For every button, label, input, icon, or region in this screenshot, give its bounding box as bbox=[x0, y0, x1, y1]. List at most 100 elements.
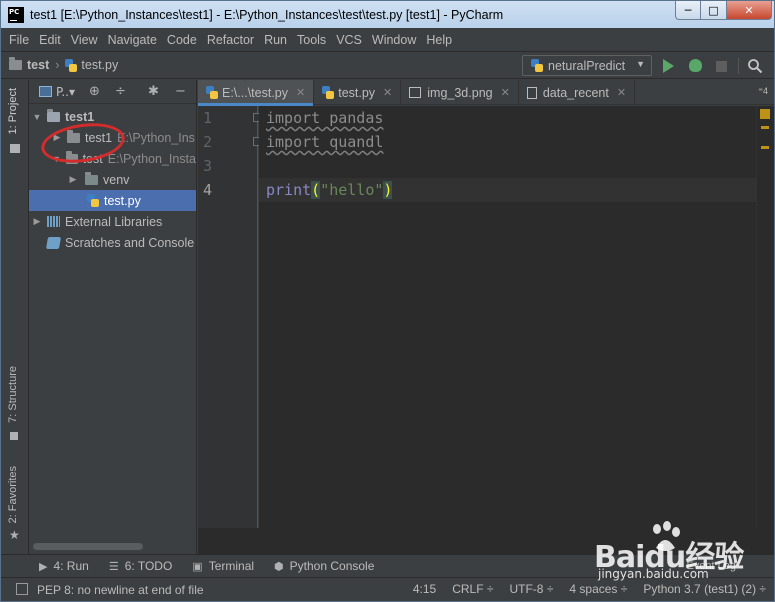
folder-icon bbox=[9, 57, 22, 70]
code-line-4: print("hello") bbox=[266, 178, 393, 202]
close-tab-icon[interactable]: ✕ bbox=[501, 86, 510, 99]
menu-edit[interactable]: Edit bbox=[34, 33, 66, 47]
menu-window[interactable]: Window bbox=[367, 33, 421, 47]
project-toolbar: P..▾ ⊕ ÷ ✱ − bbox=[29, 80, 196, 104]
tab-label: data_recent bbox=[542, 85, 609, 100]
editor-bottom-area bbox=[198, 528, 774, 554]
python-console-icon: ⬢ bbox=[274, 560, 284, 573]
tab-label: E:\...\test.py bbox=[222, 85, 288, 100]
module-name: quandl bbox=[320, 133, 384, 151]
text-file-icon bbox=[526, 86, 537, 99]
menu-view[interactable]: View bbox=[66, 33, 103, 47]
editor-tab[interactable]: test.py ✕ bbox=[314, 80, 402, 105]
tree-item-path: E:\Python_Ins bbox=[117, 130, 195, 145]
star-icon: ★ bbox=[9, 528, 20, 542]
tree-item-label: venv bbox=[103, 172, 130, 187]
run-icon[interactable] bbox=[663, 59, 674, 73]
maximize-button[interactable]: □ bbox=[701, 1, 727, 20]
line-number: 1 bbox=[203, 109, 213, 127]
horizontal-scrollbar[interactable] bbox=[33, 543, 143, 550]
tree-item-root[interactable]: ▼ test1 bbox=[29, 106, 196, 127]
stop-icon[interactable] bbox=[716, 61, 727, 72]
interpreter-select[interactable]: Python 3.7 (test1) (2) ÷ bbox=[643, 582, 766, 596]
breadcrumb-file[interactable]: test.py bbox=[81, 58, 118, 72]
pycharm-logo-icon: PC bbox=[8, 6, 24, 23]
collapse-arrow-icon: ▶ bbox=[69, 174, 77, 184]
favorites-tool-tab[interactable]: 2: Favorites bbox=[7, 466, 19, 523]
breadcrumb-folder[interactable]: test bbox=[27, 58, 49, 72]
close-tab-icon[interactable]: ✕ bbox=[383, 86, 392, 99]
breadcrumb-separator: › bbox=[55, 58, 60, 72]
menu-help[interactable]: Help bbox=[421, 33, 457, 47]
module-name: pandas bbox=[320, 109, 384, 127]
minimize-button[interactable]: ─ bbox=[675, 1, 701, 20]
menu-vcs[interactable]: VCS bbox=[331, 33, 367, 47]
tree-item-test-py[interactable]: test.py bbox=[29, 190, 196, 211]
tree-item-venv[interactable]: ▶ venv bbox=[29, 169, 196, 190]
tree-item-label: test1 bbox=[65, 109, 95, 124]
line-separator-select[interactable]: CRLF ÷ bbox=[452, 582, 493, 596]
left-tool-strip: 1: Project 7: Structure 2: Favorites ★ bbox=[1, 80, 29, 554]
close-tab-icon[interactable]: ✕ bbox=[296, 86, 305, 99]
editor-tab[interactable]: data_recent ✕ bbox=[519, 80, 636, 105]
caret-position[interactable]: 4:15 bbox=[413, 582, 436, 596]
code-editor[interactable]: import pandas import quandl print("hello… bbox=[259, 106, 756, 528]
structure-tool-tab[interactable]: 7: Structure bbox=[7, 366, 19, 423]
editor-tab-bar: E:\...\test.py ✕ test.py ✕ img_3d.png ✕ … bbox=[198, 80, 774, 106]
project-view-select[interactable]: P..▾ bbox=[39, 85, 75, 99]
python-config-icon bbox=[531, 59, 543, 72]
close-button[interactable]: ✕ bbox=[727, 1, 772, 20]
menu-refactor[interactable]: Refactor bbox=[202, 33, 259, 47]
encoding-select[interactable]: UTF-8 ÷ bbox=[509, 582, 553, 596]
project-view-icon bbox=[39, 86, 52, 97]
tool-window-bar: ▶ 4: Run ☰ 6: TODO ▣ Terminal ⬢ Python Conso… bbox=[1, 554, 774, 577]
run-configuration-select[interactable]: neturalPredict ▼ bbox=[522, 55, 652, 76]
run-tool-label: 4: Run bbox=[53, 559, 89, 573]
warning-marker[interactable] bbox=[761, 126, 769, 129]
keyword-import: import bbox=[266, 133, 321, 151]
folder-icon bbox=[47, 108, 60, 122]
tab-label: test.py bbox=[338, 85, 376, 100]
image-file-icon bbox=[409, 87, 422, 98]
debug-icon[interactable] bbox=[689, 59, 702, 72]
navigation-bar: test › test.py neturalPredict ▼ bbox=[1, 51, 774, 79]
menu-navigate[interactable]: Navigate bbox=[103, 33, 162, 47]
python-console-button[interactable]: ⬢ Python Console bbox=[274, 559, 374, 573]
run-configuration-label: neturalPredict bbox=[548, 58, 626, 73]
indent-select[interactable]: 4 spaces ÷ bbox=[569, 582, 627, 596]
tab-overflow-indicator[interactable]: ⁼4 bbox=[758, 86, 768, 97]
folder-icon bbox=[85, 171, 98, 185]
warning-status-icon[interactable] bbox=[760, 109, 770, 119]
chevron-down-icon: ▼ bbox=[636, 59, 645, 69]
terminal-icon: ▣ bbox=[192, 560, 203, 573]
todo-tool-button[interactable]: ☰ 6: TODO bbox=[109, 559, 172, 573]
run-tool-button[interactable]: ▶ 4: Run bbox=[39, 559, 89, 573]
menu-code[interactable]: Code bbox=[162, 33, 202, 47]
editor-tab-active[interactable]: E:\...\test.py ✕ bbox=[198, 80, 315, 106]
library-icon bbox=[47, 216, 60, 227]
locate-file-icon[interactable]: ⊕ bbox=[89, 84, 100, 99]
tree-item-external-libraries[interactable]: ▶ External Libraries bbox=[29, 211, 196, 232]
python-console-label: Python Console bbox=[289, 559, 375, 573]
close-tab-icon[interactable]: ✕ bbox=[617, 86, 626, 99]
event-log-button[interactable]: Event Log bbox=[686, 560, 736, 572]
warning-marker[interactable] bbox=[761, 146, 769, 149]
hide-panel-icon[interactable]: − bbox=[175, 84, 186, 99]
tree-item-scratches[interactable]: Scratches and Console bbox=[29, 232, 196, 253]
project-tool-tab[interactable]: 1: Project bbox=[7, 88, 19, 134]
project-tab-icon bbox=[10, 144, 20, 153]
terminal-tool-button[interactable]: ▣ Terminal bbox=[192, 559, 254, 573]
gear-icon[interactable]: ✱ bbox=[148, 84, 159, 99]
collapse-all-icon[interactable]: ÷ bbox=[115, 84, 126, 99]
line-number-current: 4 bbox=[203, 181, 213, 199]
tree-item-label: test.py bbox=[104, 193, 141, 208]
menu-tools[interactable]: Tools bbox=[292, 33, 331, 47]
tool-windows-toggle-icon[interactable] bbox=[16, 583, 28, 595]
project-tool-window: P..▾ ⊕ ÷ ✱ − ▼ test1 ▶ test1 E:\Python_I… bbox=[29, 80, 197, 554]
menu-file[interactable]: File bbox=[1, 33, 34, 47]
menu-run[interactable]: Run bbox=[259, 33, 292, 47]
editor-tab[interactable]: img_3d.png ✕ bbox=[401, 80, 519, 105]
menu-bar: File Edit View Navigate Code Refactor Ru… bbox=[1, 28, 774, 51]
search-icon[interactable] bbox=[747, 58, 763, 74]
todo-icon: ☰ bbox=[108, 560, 119, 573]
